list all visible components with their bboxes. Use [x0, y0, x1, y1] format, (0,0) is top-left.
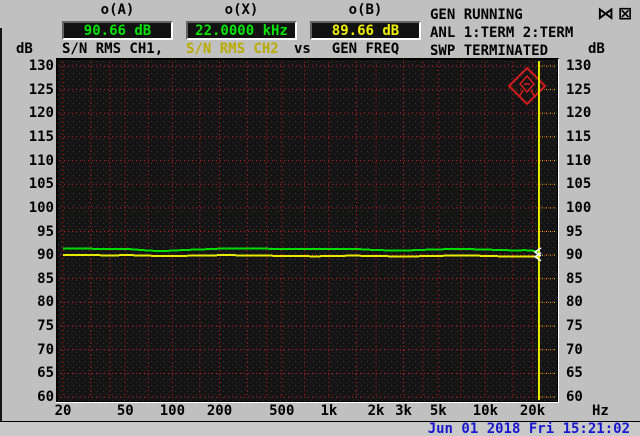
- y-tick-right: 95: [566, 223, 583, 240]
- x-tick: 1k: [320, 403, 338, 419]
- x-axis-title: GEN FREQ: [331, 41, 400, 57]
- y-tick-left: 120: [28, 105, 54, 122]
- vs-label: vs: [294, 41, 311, 57]
- x-tick: 500: [269, 403, 295, 419]
- y-tick-left: 100: [28, 199, 54, 216]
- y-tick-right: 80: [566, 294, 583, 311]
- y-tick-right: 125: [566, 81, 592, 98]
- readout-x-label: o(X): [224, 2, 259, 18]
- anl-status: ANL 1:TERM 2:TERM: [430, 25, 574, 41]
- y-tick-right: 65: [566, 365, 583, 382]
- swp-status: SWP TERMINATED: [430, 43, 549, 59]
- x-unit-label: Hz: [592, 403, 609, 419]
- crossed-flags-icon[interactable]: ⋈: [597, 4, 614, 24]
- x-tick: 10k: [472, 403, 499, 419]
- y-unit-right: dB: [588, 41, 605, 57]
- y-tick-left: 130: [28, 58, 54, 74]
- y-tick-right: 60: [566, 389, 583, 405]
- y-tick-left: 115: [28, 128, 54, 145]
- readout-a-value: 90.66 dB: [83, 22, 152, 39]
- y-tick-left: 110: [28, 152, 54, 169]
- y-tick-left: 60: [37, 389, 54, 405]
- x-tick: 20: [54, 403, 72, 419]
- screen-left-edge: [0, 28, 2, 421]
- y-tick-left: 85: [37, 270, 54, 287]
- readout-b-label: o(B): [348, 2, 383, 18]
- y-tick-left: 65: [37, 365, 54, 382]
- readout-x-value: 22.0000 kHz: [195, 22, 288, 39]
- sweep-plot: [56, 58, 559, 403]
- y-tick-right: 85: [566, 270, 583, 287]
- y-tick-left: 80: [37, 294, 54, 311]
- y-tick-right: 115: [566, 128, 592, 145]
- y-tick-right: 110: [566, 152, 592, 169]
- x-tick: 50: [116, 403, 134, 419]
- trace1-title: S/N RMS CH1,: [62, 41, 164, 57]
- muted-speaker-icon[interactable]: ⊠: [618, 4, 632, 24]
- y-tick-right: 105: [566, 176, 592, 193]
- y-tick-right: 100: [566, 199, 592, 216]
- y-unit-left: dB: [16, 41, 33, 57]
- readout-x-value-box[interactable]: 22.0000 kHz: [186, 21, 297, 40]
- y-tick-left: 95: [37, 223, 54, 240]
- x-tick: 5k: [429, 403, 447, 419]
- x-tick: 20k: [519, 403, 546, 419]
- trace2-title: S/N RMS CH2: [186, 41, 279, 57]
- y-tick-right: 90: [566, 247, 583, 264]
- x-tick: 100: [159, 403, 186, 419]
- y-tick-left: 90: [37, 247, 54, 264]
- y-tick-left: 75: [37, 318, 54, 335]
- audio-analyzer-screen: o(A) o(X) o(B) 90.66 dB 22.0000 kHz 89.6…: [0, 0, 640, 436]
- y-tick-right: 70: [566, 341, 583, 358]
- readout-b-value-box[interactable]: 89.66 dB: [310, 21, 421, 40]
- datetime: Jun 01 2018 Fri 15:21:02: [427, 421, 630, 436]
- y-tick-left: 105: [28, 176, 54, 193]
- gen-status: GEN RUNNING: [430, 7, 523, 23]
- readout-b-value: 89.66 dB: [331, 22, 400, 39]
- x-tick: 200: [206, 403, 233, 419]
- status-icons: ⋈ ⊠: [597, 6, 632, 23]
- y-tick-right: 130: [566, 58, 592, 74]
- readout-a-label: o(A): [100, 2, 135, 18]
- y-tick-left: 125: [28, 81, 54, 98]
- y-tick-right: 75: [566, 318, 583, 335]
- y-tick-right: 120: [566, 105, 592, 122]
- readout-a-value-box[interactable]: 90.66 dB: [62, 21, 173, 40]
- y-tick-left: 70: [37, 341, 54, 358]
